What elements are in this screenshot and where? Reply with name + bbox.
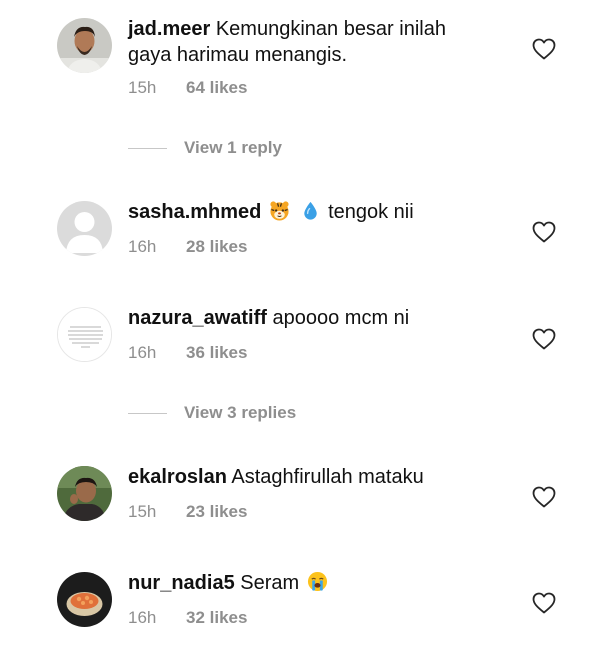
comment-body: Seram <box>240 572 300 594</box>
avatar[interactable] <box>57 307 112 362</box>
divider-line <box>128 147 167 149</box>
comment-text: nur_nadia5 Seram <box>128 570 498 596</box>
heart-icon[interactable] <box>532 221 556 243</box>
comment-meta: 15h 64 likes <box>128 78 247 98</box>
comment-body-line-2: gaya harimau menangis. <box>128 44 348 66</box>
view-replies-label: View 1 reply <box>184 138 282 157</box>
comment-body: Astaghfirullah mataku <box>231 466 424 488</box>
comment-likes[interactable]: 32 likes <box>186 608 247 627</box>
avatar[interactable] <box>57 18 112 73</box>
comment-meta: 15h 23 likes <box>128 502 247 522</box>
comment-text: nazura_awatiff apoooo mcm ni <box>128 305 498 331</box>
comment-time: 16h <box>128 237 157 256</box>
comment-meta: 16h 32 likes <box>128 608 247 628</box>
avatar[interactable] <box>57 572 112 627</box>
droplet-icon <box>300 200 321 221</box>
heart-icon[interactable] <box>532 486 556 508</box>
comment-body: tengok nii <box>328 201 414 223</box>
heart-icon[interactable] <box>532 328 556 350</box>
comment-likes[interactable]: 64 likes <box>186 78 247 97</box>
comment-username[interactable]: jad.meer <box>128 18 210 40</box>
tiger-face-icon <box>269 200 290 221</box>
comment-text: ekalroslan Astaghfirullah mataku <box>128 464 498 490</box>
view-replies-label: View 3 replies <box>184 403 297 422</box>
comment-username[interactable]: nazura_awatiff <box>128 307 267 329</box>
comment-username[interactable]: ekalroslan <box>128 466 227 488</box>
comment-meta: 16h 36 likes <box>128 343 247 363</box>
comment-text: jad.meer Kemungkinan besar inilah gaya h… <box>128 16 498 68</box>
comment-username[interactable]: sasha.mhmed <box>128 201 261 223</box>
avatar[interactable] <box>57 201 112 256</box>
comment-time: 15h <box>128 502 157 521</box>
comment-likes[interactable]: 23 likes <box>186 502 247 521</box>
comment-likes[interactable]: 28 likes <box>186 237 247 256</box>
heart-icon[interactable] <box>532 38 556 60</box>
heart-icon[interactable] <box>532 592 556 614</box>
comment-likes[interactable]: 36 likes <box>186 343 247 362</box>
comment-time: 16h <box>128 343 157 362</box>
comment-body: apoooo mcm ni <box>272 307 410 329</box>
avatar[interactable] <box>57 466 112 521</box>
comment-time: 16h <box>128 608 157 627</box>
view-replies-button[interactable]: View 3 replies <box>128 402 296 424</box>
comment-text: sasha.mhmed tengok nii <box>128 199 498 225</box>
view-replies-button[interactable]: View 1 reply <box>128 137 282 159</box>
divider-line <box>128 412 167 414</box>
comment-time: 15h <box>128 78 157 97</box>
comment-username[interactable]: nur_nadia5 <box>128 572 235 594</box>
loudly-crying-face-icon <box>307 571 328 592</box>
comment-body: Kemungkinan besar inilah <box>215 18 446 40</box>
comment-meta: 16h 28 likes <box>128 237 247 257</box>
